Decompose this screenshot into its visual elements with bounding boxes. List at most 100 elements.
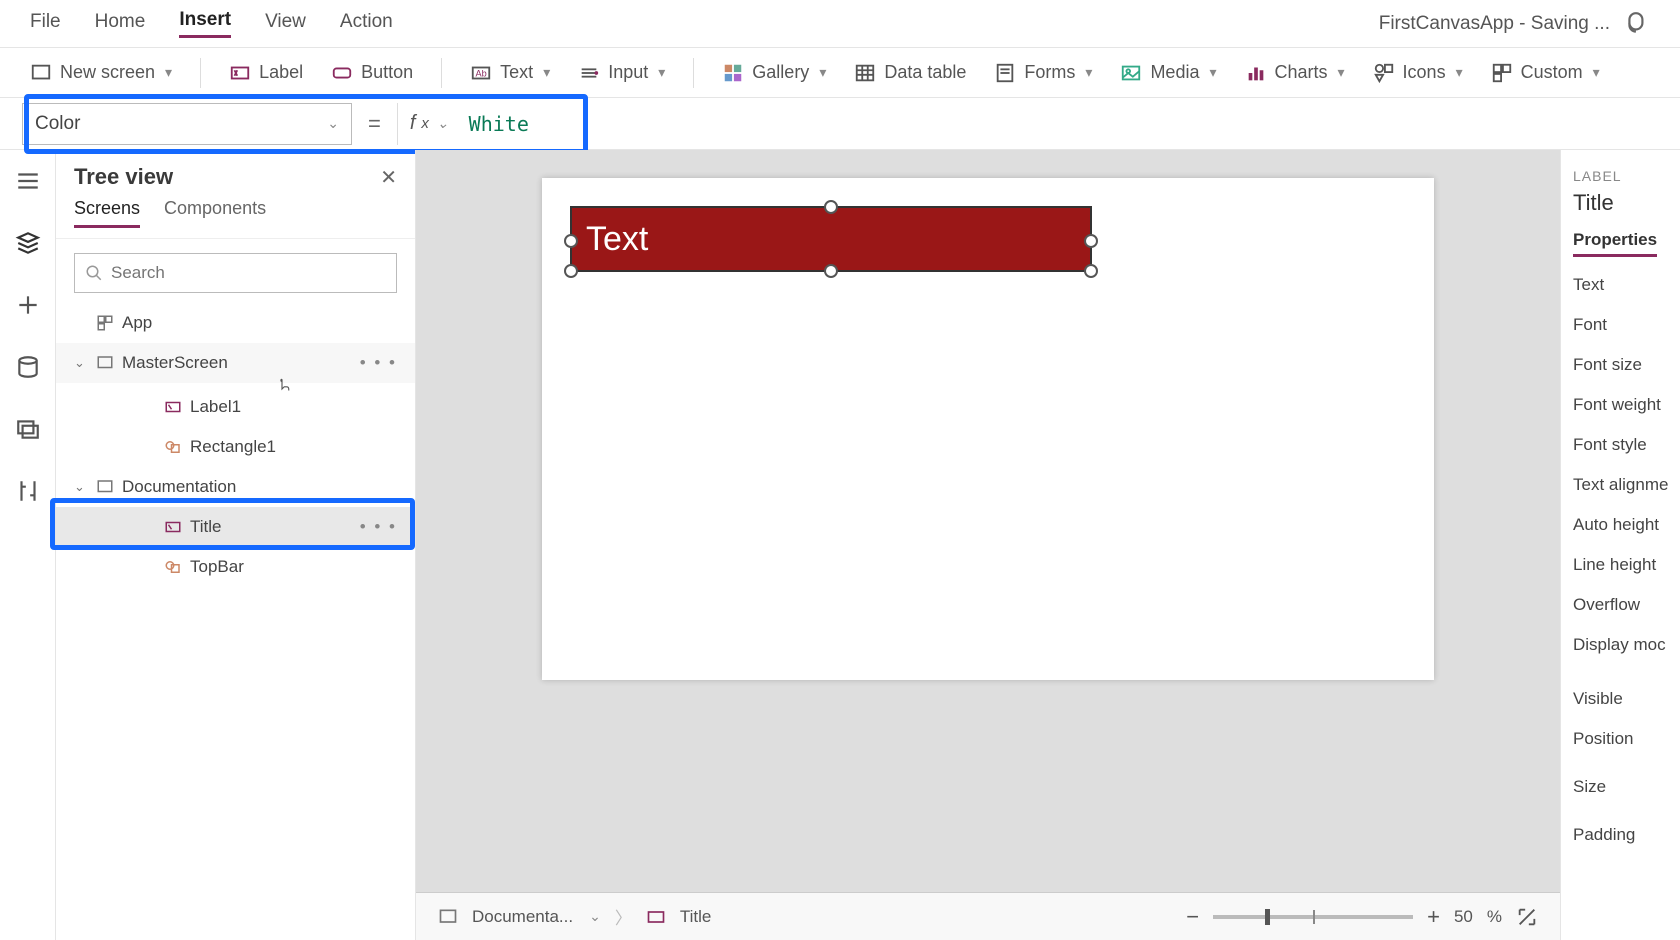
left-rail	[0, 150, 56, 940]
charts-button[interactable]: Charts▾	[1245, 62, 1345, 84]
resize-handle[interactable]	[564, 264, 578, 278]
tree-label: Label1	[190, 397, 241, 417]
media-rail-icon[interactable]	[15, 416, 41, 442]
media-btn-label: Media	[1150, 62, 1199, 83]
properties-tab[interactable]: Properties	[1573, 230, 1657, 257]
resize-handle[interactable]	[564, 234, 578, 248]
property-selector[interactable]: Color ⌄	[22, 103, 352, 145]
fit-to-window-icon[interactable]	[1516, 906, 1538, 928]
chevron-down-icon: ▾	[658, 64, 665, 81]
shape-icon	[164, 558, 182, 576]
tree-view-icon[interactable]	[15, 230, 41, 256]
prop-row[interactable]: Visible	[1573, 689, 1668, 709]
formula-input[interactable]: White	[461, 112, 529, 136]
chevron-down-icon: ▾	[165, 64, 172, 81]
input-btn-label: Input	[608, 62, 648, 83]
label-button[interactable]: Label	[229, 62, 303, 84]
prop-row[interactable]: Padding	[1573, 825, 1668, 845]
icons-button[interactable]: Icons▾	[1373, 62, 1463, 84]
tree-node-masterscreen[interactable]: ⌄ MasterScreen • • •	[56, 343, 415, 383]
chevron-down-icon[interactable]: ⌄	[589, 908, 601, 925]
prop-row[interactable]: Position	[1573, 729, 1668, 749]
tree-node-topbar[interactable]: TopBar	[56, 547, 415, 587]
tree-node-title[interactable]: Title • • •	[56, 507, 415, 547]
chevron-down-icon: ▾	[819, 64, 826, 81]
chevron-down-icon[interactable]: ⌄	[74, 479, 88, 495]
tree-node-documentation[interactable]: ⌄ Documentation	[56, 467, 415, 507]
tree-node-app[interactable]: App	[56, 303, 415, 343]
breadcrumb-separator: 〉	[615, 904, 632, 929]
data-icon[interactable]	[15, 354, 41, 380]
resize-handle[interactable]	[1084, 234, 1098, 248]
breadcrumb-bar: Documenta... ⌄ 〉 Title − + 50 %	[416, 892, 1560, 940]
zoom-slider[interactable]	[1213, 915, 1413, 919]
prop-row[interactable]: Font weight	[1573, 395, 1668, 415]
zoom-suffix: %	[1487, 907, 1502, 927]
tab-screens[interactable]: Screens	[74, 198, 140, 228]
menu-insert[interactable]: Insert	[179, 9, 231, 38]
prop-row[interactable]: Auto height	[1573, 515, 1668, 535]
media-button[interactable]: Media▾	[1120, 62, 1216, 84]
text-button[interactable]: Ab Text▾	[470, 62, 550, 84]
chevron-down-icon: ▾	[543, 64, 550, 81]
prop-row[interactable]: Font style	[1573, 435, 1668, 455]
new-screen-button[interactable]: New screen▾	[30, 62, 172, 84]
canvas-label-text: Text	[586, 220, 648, 259]
menu-view[interactable]: View	[265, 11, 306, 37]
prop-row[interactable]: Line height	[1573, 555, 1668, 575]
tree-label: MasterScreen	[122, 353, 228, 373]
menu-action[interactable]: Action	[340, 11, 393, 37]
button-btn-label: Button	[361, 62, 413, 83]
custom-btn-label: Custom	[1521, 62, 1583, 83]
more-icon[interactable]: • • •	[360, 353, 397, 373]
ribbon: New screen▾ Label Button Ab Text▾ Input▾…	[0, 48, 1680, 98]
custom-button[interactable]: Custom▾	[1491, 62, 1600, 84]
search-field[interactable]	[111, 263, 386, 283]
gallery-button[interactable]: Gallery▾	[722, 62, 826, 84]
help-icon[interactable]	[1624, 11, 1650, 37]
separator	[200, 58, 201, 88]
button-insert-button[interactable]: Button	[331, 62, 413, 84]
resize-handle[interactable]	[1084, 264, 1098, 278]
chevron-down-icon: ▾	[1456, 64, 1463, 81]
hamburger-icon[interactable]	[15, 168, 41, 194]
text-btn-label: Text	[500, 62, 533, 83]
prop-row[interactable]: Display moc	[1573, 635, 1668, 655]
zoom-out-button[interactable]: −	[1186, 904, 1199, 930]
prop-row[interactable]: Text	[1573, 275, 1668, 295]
prop-row[interactable]: Font	[1573, 315, 1668, 335]
breadcrumb-control[interactable]: Title	[680, 907, 712, 927]
menu-home[interactable]: Home	[95, 11, 146, 37]
input-button[interactable]: Input ▾	[578, 62, 665, 84]
insert-icon[interactable]	[15, 292, 41, 318]
resize-handle[interactable]	[824, 200, 838, 214]
label-icon	[164, 518, 182, 536]
resize-handle[interactable]	[824, 264, 838, 278]
advanced-tools-icon[interactable]	[15, 478, 41, 504]
zoom-value: 50	[1454, 907, 1473, 927]
search-input[interactable]	[74, 253, 397, 293]
tree-node-label1[interactable]: Label1	[56, 387, 415, 427]
more-icon[interactable]: • • •	[360, 517, 397, 537]
canvas-label-title[interactable]: Text	[570, 206, 1092, 272]
prop-row[interactable]: Text alignme	[1573, 475, 1668, 495]
tree-node-rectangle1[interactable]: Rectangle1	[56, 427, 415, 467]
label-icon	[646, 907, 666, 927]
screen-icon	[96, 478, 114, 496]
chevron-down-icon[interactable]: ⌄	[74, 355, 88, 371]
zoom-in-button[interactable]: +	[1427, 904, 1440, 930]
forms-button[interactable]: Forms▾	[994, 62, 1092, 84]
canvas-screen[interactable]: Text	[542, 178, 1434, 680]
close-icon[interactable]: ✕	[380, 165, 397, 190]
data-table-button[interactable]: Data table	[854, 62, 966, 84]
prop-row[interactable]: Overflow	[1573, 595, 1668, 615]
screen-icon	[438, 907, 458, 927]
forms-btn-label: Forms	[1024, 62, 1075, 83]
breadcrumb-screen[interactable]: Documenta...	[472, 907, 573, 927]
fx-button[interactable]: fx⌄	[397, 103, 461, 145]
prop-row[interactable]: Size	[1573, 777, 1668, 797]
tree-label: Documentation	[122, 477, 236, 497]
prop-row[interactable]: Font size	[1573, 355, 1668, 375]
menu-file[interactable]: File	[30, 11, 61, 37]
tab-components[interactable]: Components	[164, 198, 266, 228]
